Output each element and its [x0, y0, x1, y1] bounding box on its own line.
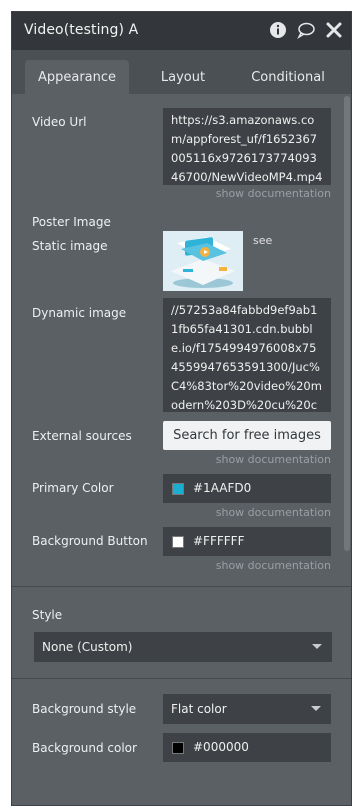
show-documentation-link[interactable]: show documentation — [216, 506, 331, 519]
panel-titlebar[interactable]: Video(testing) A — [12, 12, 351, 50]
title-icons — [269, 21, 343, 39]
property-editor-panel: Video(testing) A Appearance Layout Condi… — [11, 11, 352, 806]
chevron-down-icon — [311, 706, 321, 711]
section-divider — [12, 586, 351, 587]
panel-title: Video(testing) A — [24, 22, 139, 38]
section-divider — [12, 678, 351, 679]
tab-bar: Appearance Layout Conditional — [12, 50, 351, 94]
static-image-thumbnail[interactable] — [163, 231, 243, 291]
see-link[interactable]: see — [253, 234, 272, 247]
dynamic-image-input[interactable]: //57253a84fabbd9ef9ab11fb65fa41301.cdn.b… — [163, 298, 331, 412]
background-button-label: Background Button — [32, 534, 148, 548]
tab-conditional[interactable]: Conditional — [240, 60, 336, 94]
scrollbar[interactable] — [344, 96, 350, 551]
background-color-label: Background color — [32, 741, 137, 755]
background-button-color-field[interactable]: #FFFFFF — [163, 527, 331, 556]
show-documentation-link[interactable]: show documentation — [216, 559, 331, 572]
static-image-label: Static image — [32, 239, 108, 253]
primary-color-swatch[interactable] — [172, 483, 184, 495]
style-label: Style — [32, 608, 63, 622]
poster-image-label: Poster Image — [32, 215, 111, 229]
show-documentation-link[interactable]: show documentation — [216, 453, 331, 466]
background-style-dropdown[interactable]: Flat color — [163, 694, 331, 724]
comment-icon[interactable] — [297, 21, 315, 39]
tab-appearance[interactable]: Appearance — [25, 60, 129, 94]
video-url-label: Video Url — [32, 115, 87, 129]
background-color-value: #000000 — [193, 740, 249, 754]
chevron-down-icon — [312, 644, 322, 649]
background-style-label: Background style — [32, 702, 137, 716]
background-button-swatch[interactable] — [172, 536, 184, 548]
background-color-field[interactable]: #000000 — [163, 733, 331, 762]
primary-color-label: Primary Color — [32, 481, 114, 495]
primary-color-value: #1AAFD0 — [193, 481, 252, 495]
close-icon[interactable] — [325, 21, 343, 39]
video-url-input[interactable]: https://s3.amazonaws.com/appforest_uf/f1… — [163, 108, 331, 185]
dynamic-image-label: Dynamic image — [32, 306, 127, 320]
video-player-illustration — [163, 231, 243, 291]
background-style-value: Flat color — [171, 702, 227, 716]
info-icon[interactable] — [269, 21, 287, 39]
style-dropdown[interactable]: None (Custom) — [34, 632, 332, 662]
search-free-images-button[interactable]: Search for free images — [163, 421, 331, 450]
style-dropdown-value: None (Custom) — [42, 640, 133, 654]
background-color-swatch[interactable] — [172, 742, 184, 754]
show-documentation-link[interactable]: show documentation — [216, 187, 331, 200]
primary-color-field[interactable]: #1AAFD0 — [163, 474, 331, 503]
background-button-value: #FFFFFF — [193, 534, 245, 548]
external-sources-label: External sources — [32, 429, 132, 443]
tab-layout[interactable]: Layout — [142, 60, 224, 94]
